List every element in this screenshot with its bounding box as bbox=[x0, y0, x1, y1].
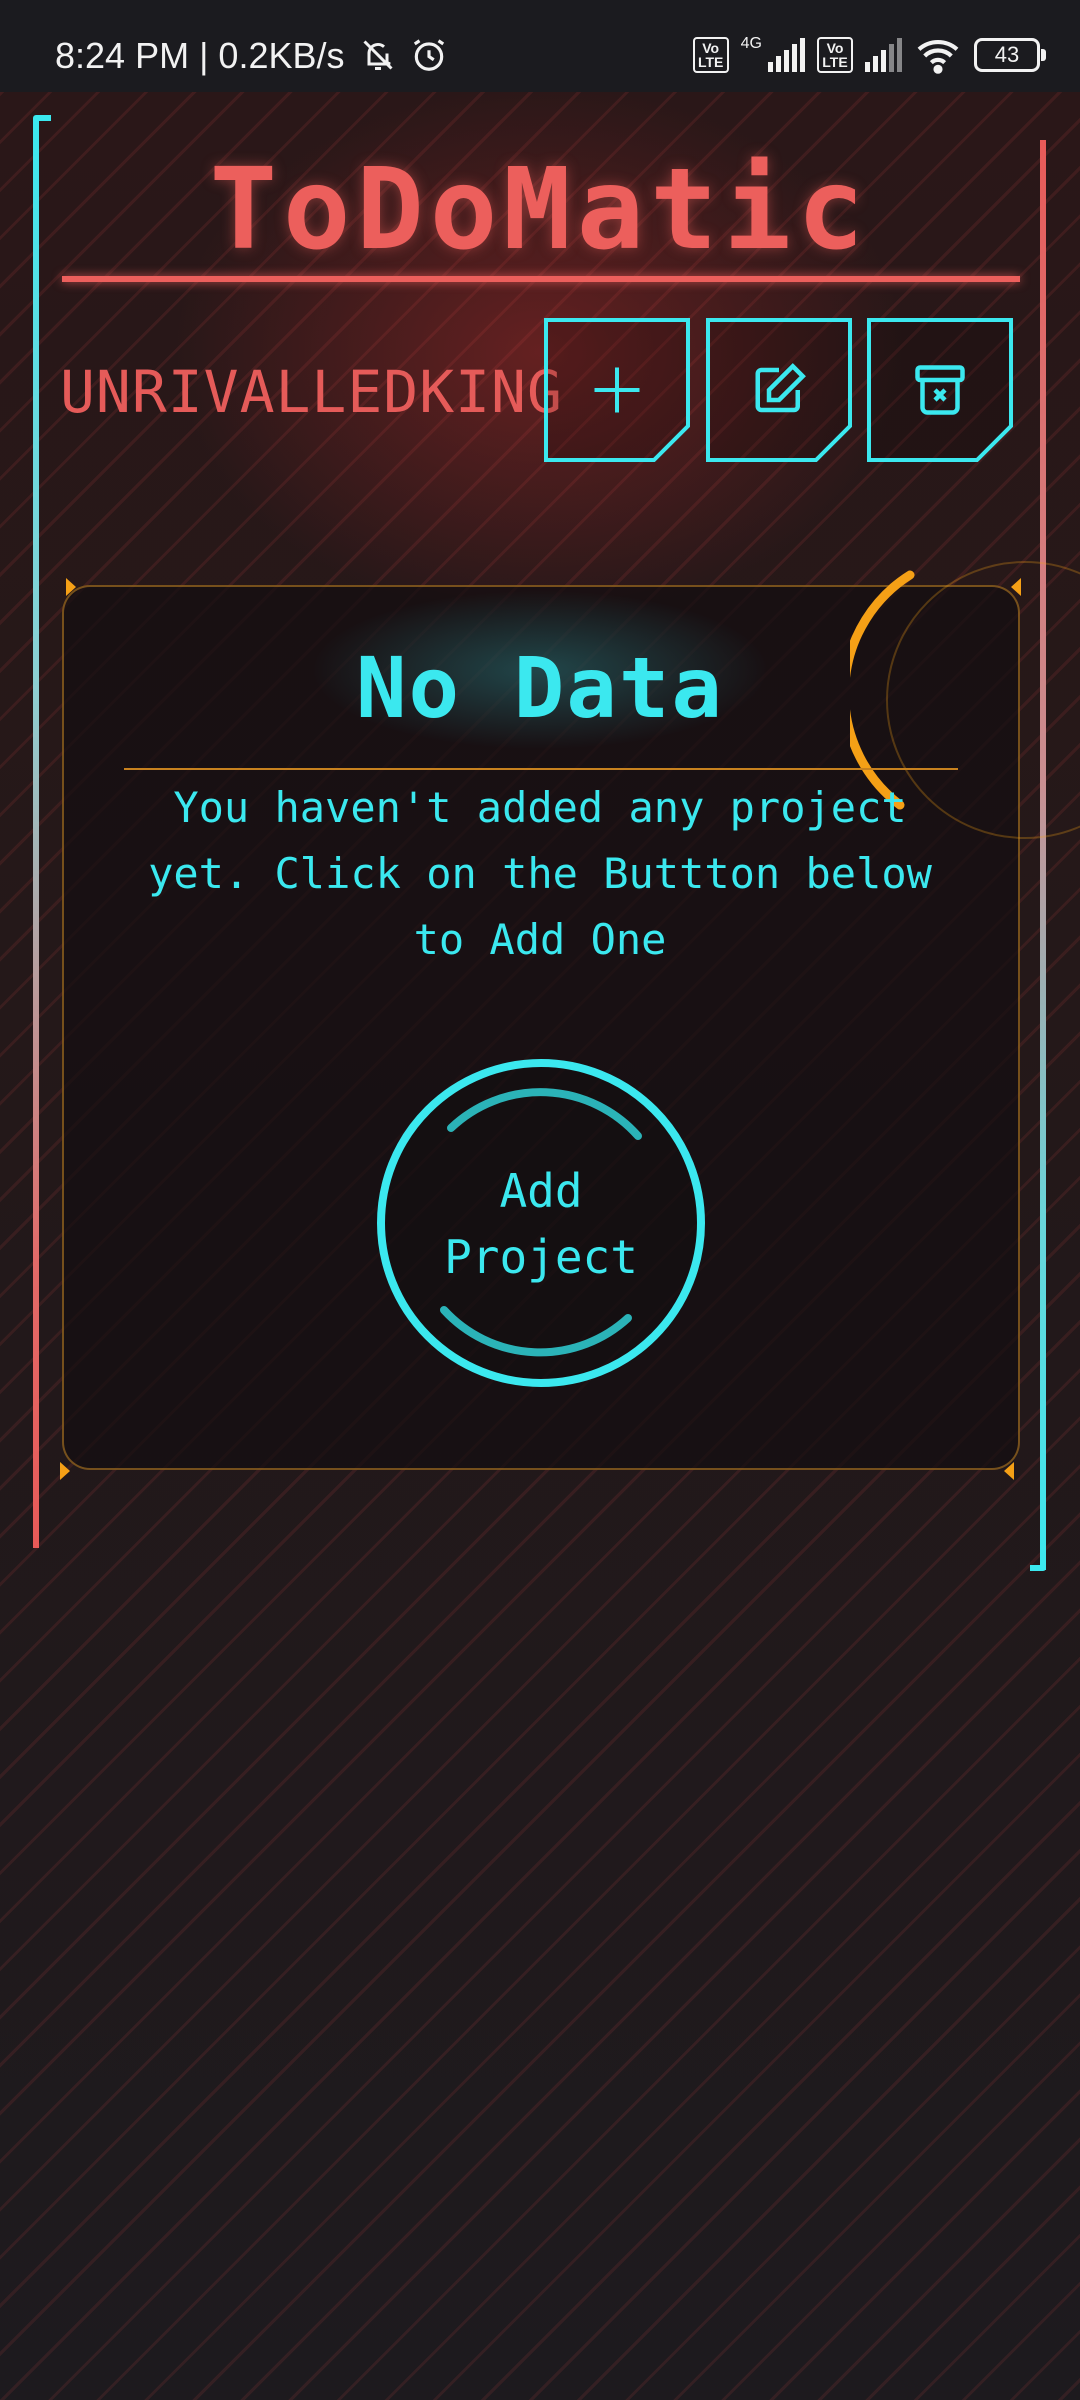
archive-x-icon bbox=[915, 365, 965, 415]
network-type: 4G bbox=[740, 35, 762, 52]
title-underline bbox=[62, 276, 1020, 282]
empty-state-message: You haven't added any project yet. Click… bbox=[148, 783, 932, 964]
pencil-icon bbox=[755, 363, 806, 413]
add-project-button[interactable]: Add Project bbox=[376, 1058, 706, 1388]
plus-icon bbox=[594, 367, 640, 413]
signal-icon-2 bbox=[865, 38, 902, 72]
add-project-label: Add Project bbox=[444, 1164, 638, 1284]
alarm-icon bbox=[413, 39, 445, 71]
heading-divider bbox=[124, 768, 958, 770]
username-label: UNRIVALLEDKING bbox=[60, 358, 563, 426]
status-bar: 8:24 PM | 0.2KB/s Vo LTE 4G Vo LTE 43 bbox=[0, 0, 1080, 92]
add-button[interactable] bbox=[544, 318, 690, 462]
wifi-icon bbox=[917, 39, 959, 74]
corner-marker-bottom-left bbox=[60, 1462, 70, 1480]
volte-badge-1: Vo LTE bbox=[692, 37, 729, 73]
edit-button[interactable] bbox=[706, 318, 852, 462]
app-title: ToDoMatic bbox=[209, 145, 871, 275]
volte-badge-2: Vo LTE bbox=[817, 37, 853, 73]
status-right-icons: Vo LTE 4G Vo LTE 43 bbox=[692, 35, 1046, 74]
frame-right-line bbox=[1040, 140, 1046, 1570]
corner-marker-bottom-right bbox=[1004, 1462, 1014, 1480]
corner-marker-top-left bbox=[66, 578, 76, 596]
frame-right-cap bbox=[1030, 1565, 1046, 1571]
delete-button[interactable] bbox=[867, 318, 1013, 462]
signal-icon-1 bbox=[768, 38, 805, 72]
frame-left-line bbox=[33, 118, 39, 1548]
empty-state-heading: No Data bbox=[355, 639, 724, 737]
battery-icon: 43 bbox=[974, 38, 1046, 72]
status-time: 8:24 PM | 0.2KB/s bbox=[55, 35, 345, 76]
status-left-icons bbox=[360, 36, 448, 74]
bell-off-icon bbox=[363, 40, 393, 70]
